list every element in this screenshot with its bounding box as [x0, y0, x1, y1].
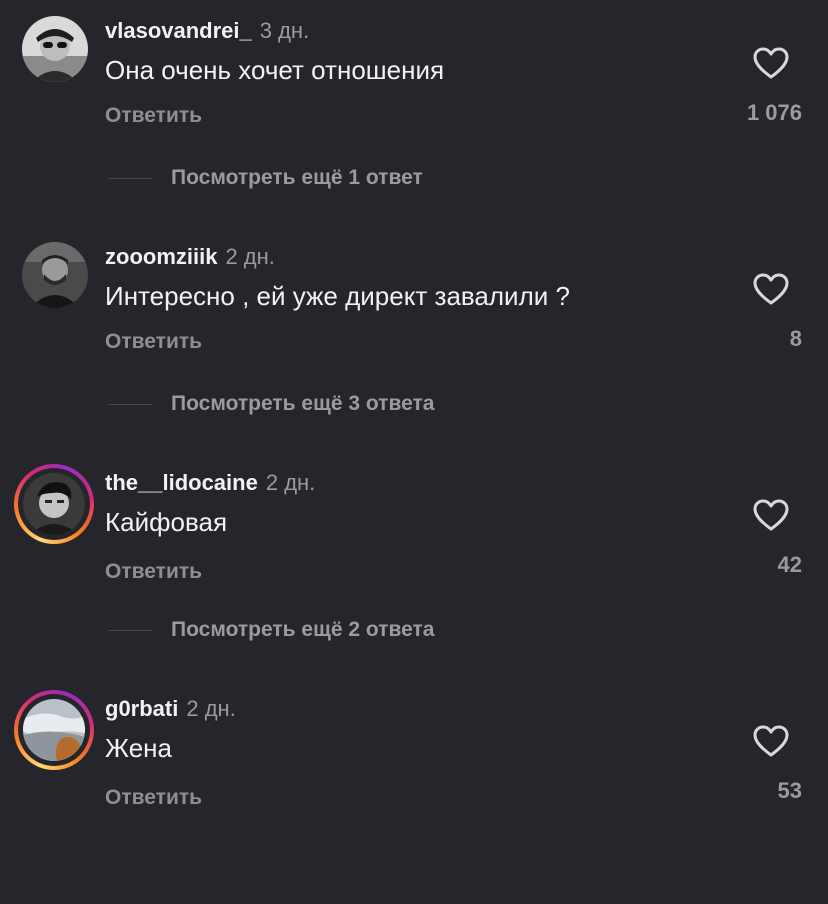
view-more-replies-button[interactable]: Посмотреть ещё 3 ответа — [171, 392, 434, 416]
reply-button[interactable]: Ответить — [105, 560, 202, 584]
comment-item: the__lidocaine 2 дн. Кайфовая Ответить 42… — [0, 452, 828, 678]
like-count: 1 076 — [746, 100, 802, 125]
comment-text: Интересно , ей уже директ завалили ? — [105, 281, 570, 311]
replies-divider — [108, 404, 152, 405]
reply-button[interactable]: Ответить — [105, 330, 202, 354]
replies-divider — [108, 178, 152, 179]
like-count: 53 — [777, 778, 802, 803]
comment-text: Она очень хочет отношения — [105, 55, 445, 85]
comment-item: g0rbati 2 дн. Жена Ответить 53 — [0, 678, 828, 904]
like-count: 42 — [777, 552, 802, 577]
comment-item: vlasovandrei_ 3 дн. Она очень хочет отнош… — [0, 0, 828, 226]
username[interactable]: vlasovandrei_ — [105, 18, 252, 43]
comment-item: zooomziiik 2 дн. Интересно , ей уже дирек… — [0, 226, 828, 452]
avatar — [23, 473, 85, 535]
timestamp: 2 дн. — [225, 244, 275, 269]
username[interactable]: g0rbati — [105, 696, 178, 721]
heart-icon[interactable] — [752, 272, 790, 306]
avatar-story-ring[interactable] — [14, 690, 94, 770]
view-more-replies-button[interactable]: Посмотреть ещё 2 ответа — [171, 618, 434, 642]
avatar[interactable] — [22, 242, 88, 308]
timestamp: 2 дн. — [265, 470, 316, 495]
comment-text: Кайфовая — [105, 507, 228, 537]
replies-divider — [108, 630, 152, 631]
comment-text: Жена — [105, 733, 172, 763]
avatar — [23, 699, 85, 761]
like-count: 8 — [789, 326, 802, 351]
timestamp: 3 дн. — [259, 18, 310, 43]
avatar[interactable] — [22, 16, 88, 82]
reply-button[interactable]: Ответить — [105, 786, 202, 810]
avatar-story-ring[interactable] — [14, 464, 94, 544]
username[interactable]: the__lidocaine — [105, 470, 258, 495]
view-more-replies-button[interactable]: Посмотреть ещё 1 ответ — [171, 166, 423, 190]
heart-icon[interactable] — [752, 724, 790, 758]
reply-button[interactable]: Ответить — [105, 104, 202, 128]
heart-icon[interactable] — [752, 498, 790, 532]
timestamp: 2 дн. — [186, 696, 236, 721]
username[interactable]: zooomziiik — [105, 244, 217, 269]
heart-icon[interactable] — [752, 46, 790, 80]
